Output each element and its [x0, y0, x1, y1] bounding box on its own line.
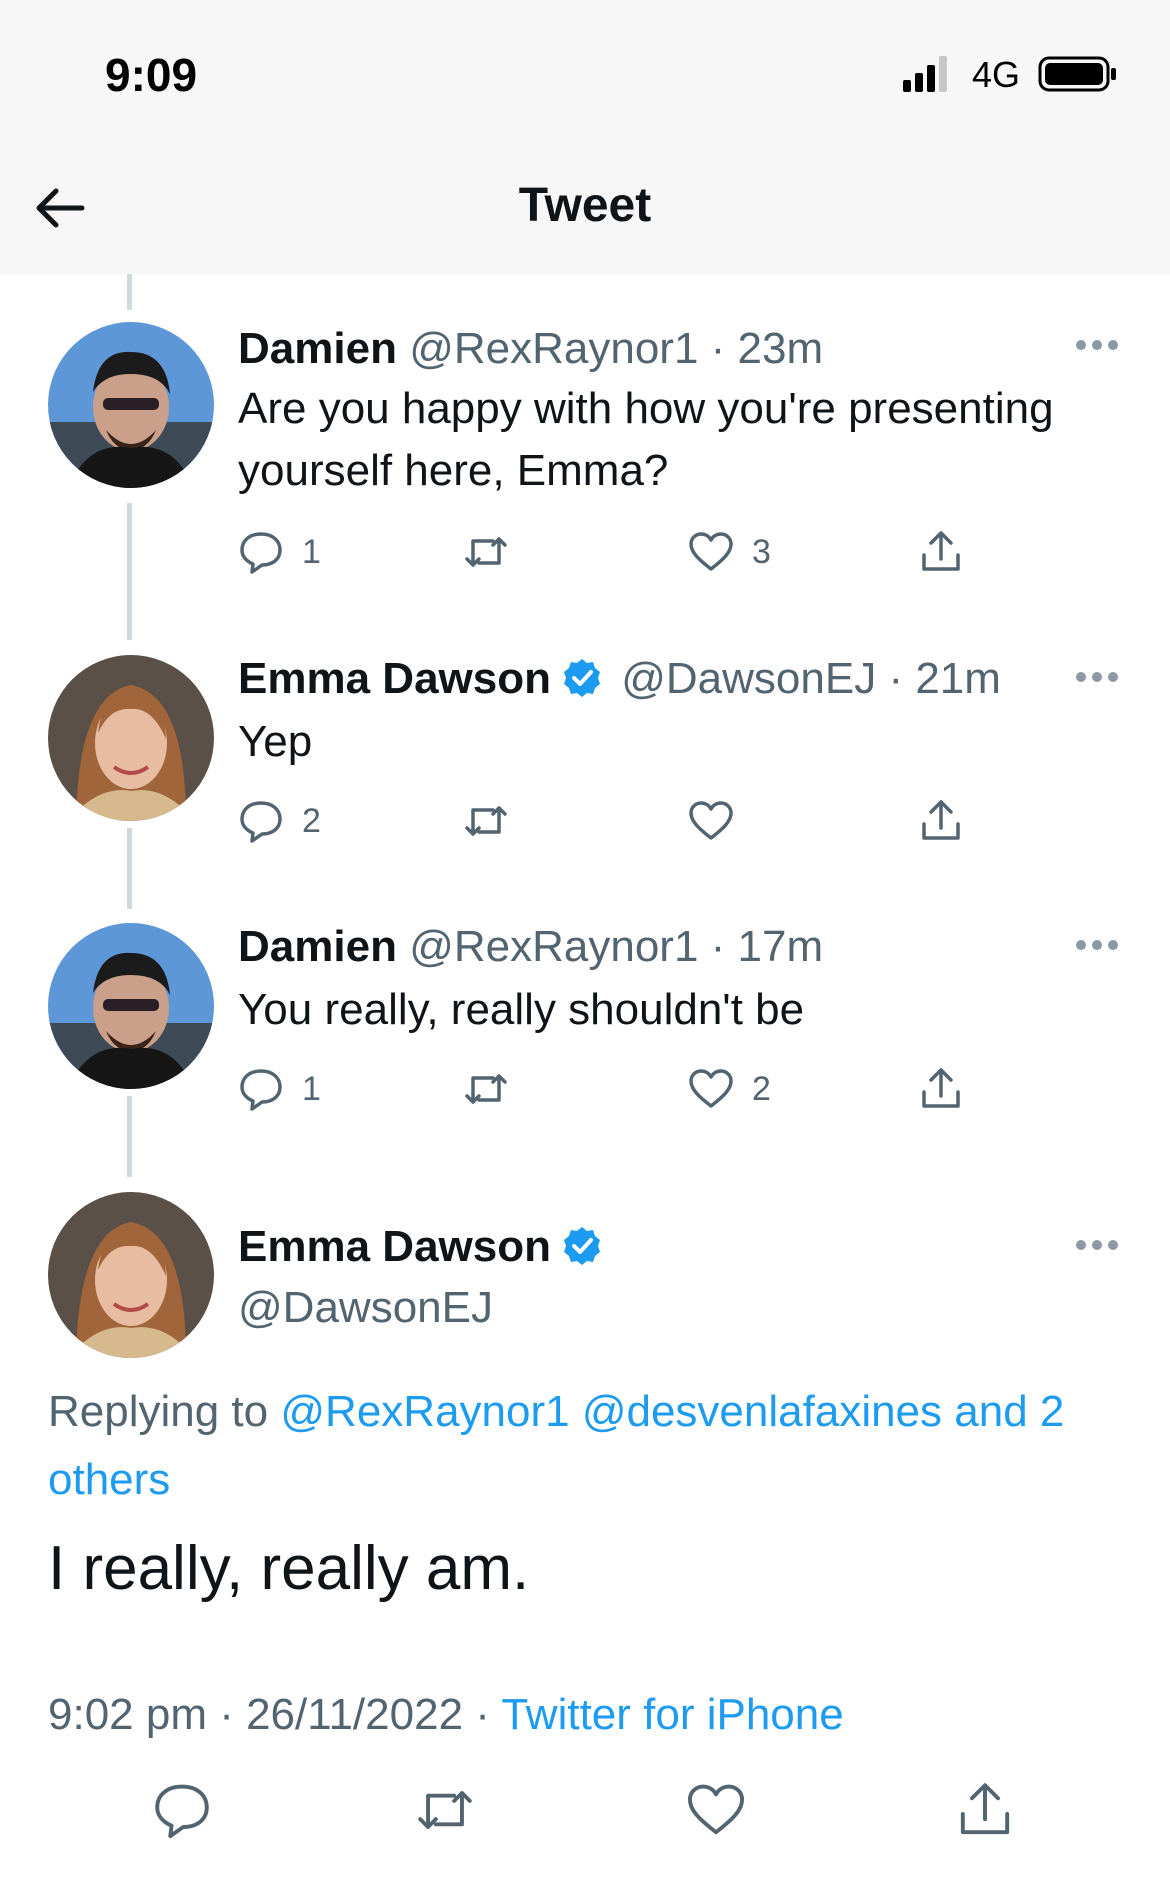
avatar[interactable] [48, 322, 214, 488]
main-tweet-text: I really, really am. [48, 1534, 530, 1603]
retweet-icon [418, 1791, 472, 1829]
author-name[interactable]: Emma Dawson [238, 654, 551, 703]
retweet-button[interactable] [463, 522, 509, 582]
signal-bars-icon [903, 56, 947, 92]
tweet-actions: 2 [238, 791, 998, 851]
thread-connector [127, 503, 132, 640]
tweet-timestamp: 9:02 pm · 26/11/2022 · [48, 1690, 502, 1739]
share-button[interactable] [918, 791, 964, 851]
retweet-button[interactable] [463, 791, 509, 851]
verified-badge-icon [563, 1227, 600, 1265]
reply-button[interactable]: 1 [238, 1059, 321, 1119]
replying-to: Replying to @RexRaynor1 @desvenlafaxines… [48, 1378, 1128, 1514]
share-button[interactable] [918, 1059, 964, 1119]
tweet-source-link[interactable]: Twitter for iPhone [501, 1690, 843, 1739]
network-type: 4G [972, 54, 1021, 95]
author-name[interactable]: Damien [238, 324, 397, 373]
tweet-meta: 9:02 pm · 26/11/2022 · Twitter for iPhon… [48, 1690, 844, 1740]
reply-button[interactable]: 1 [238, 522, 321, 582]
reply-count: 2 [302, 801, 321, 840]
tweet-text: Are you happy with how you're presenting… [238, 384, 1054, 495]
tweet-time: · 17m [710, 922, 824, 971]
reply-icon [155, 1784, 209, 1839]
like-button[interactable]: 3 [688, 522, 771, 582]
share-button[interactable] [918, 522, 964, 582]
reply-count: 1 [302, 532, 321, 571]
reply-count: 1 [302, 1069, 321, 1108]
avatar[interactable] [48, 655, 214, 821]
author-name[interactable]: Emma Dawson [238, 1222, 551, 1271]
thread-connector [127, 1096, 132, 1177]
author-handle[interactable]: @DawsonEJ [238, 1283, 493, 1333]
reply-icon [240, 532, 282, 574]
author-name[interactable]: Damien [238, 922, 397, 971]
share-button[interactable] [955, 1780, 1015, 1840]
thread-connector [127, 274, 132, 310]
avatar[interactable] [48, 923, 214, 1089]
main-author-name: Emma Dawson [238, 1222, 609, 1272]
like-count: 2 [752, 1069, 771, 1108]
main-tweet-actions [0, 1780, 1170, 1870]
like-count: 3 [752, 532, 771, 571]
heart-icon [687, 1784, 745, 1835]
like-button[interactable] [686, 1780, 746, 1840]
reply-button[interactable]: 2 [238, 791, 321, 851]
author-handle[interactable]: @RexRaynor1 [409, 324, 698, 373]
tweet-header: Damien @RexRaynor1 · 17m [238, 925, 823, 969]
tweet-text: Yep [238, 717, 313, 766]
avatar[interactable] [48, 1192, 214, 1358]
tweet-header: Damien @RexRaynor1 · 23m [238, 327, 823, 371]
heart-icon [689, 532, 733, 571]
author-handle[interactable]: @DawsonEJ [621, 654, 876, 703]
share-icon [922, 531, 960, 571]
more-options-icon[interactable] [1075, 670, 1119, 684]
thread-connector [127, 828, 132, 909]
share-icon [960, 1783, 1010, 1835]
retweet-icon [465, 1074, 507, 1104]
tweet-text: You really, really shouldn't be [238, 985, 805, 1034]
share-icon [922, 1068, 960, 1108]
share-icon [922, 800, 960, 840]
tweet-time: · 21m [888, 654, 1001, 703]
reply-button[interactable] [152, 1780, 212, 1840]
like-button[interactable] [688, 791, 734, 851]
status-time: 9:09 [105, 49, 198, 101]
more-options-icon[interactable] [1075, 1238, 1119, 1252]
reply-icon [240, 1069, 282, 1111]
retweet-button[interactable] [463, 1059, 509, 1119]
retweet-icon [465, 806, 507, 836]
page-title: Tweet [518, 179, 652, 232]
reply-icon [240, 801, 282, 843]
replying-prefix: Replying to [48, 1387, 269, 1436]
tweet-actions: 1 2 [238, 1059, 998, 1119]
retweet-icon [465, 537, 507, 567]
heart-icon [689, 1069, 733, 1108]
tweet-actions: 1 3 [238, 522, 998, 582]
battery-icon [1038, 56, 1116, 92]
tweet-header: Emma Dawson @DawsonEJ · 21m [238, 657, 1001, 701]
more-options-icon[interactable] [1075, 938, 1119, 952]
author-handle[interactable]: @RexRaynor1 [409, 922, 698, 971]
tweet-time: · 23m [710, 324, 824, 373]
more-options-icon[interactable] [1075, 338, 1119, 352]
like-button[interactable]: 2 [688, 1059, 771, 1119]
heart-icon [689, 801, 733, 840]
verified-badge-icon [563, 659, 600, 697]
retweet-button[interactable] [415, 1780, 475, 1840]
